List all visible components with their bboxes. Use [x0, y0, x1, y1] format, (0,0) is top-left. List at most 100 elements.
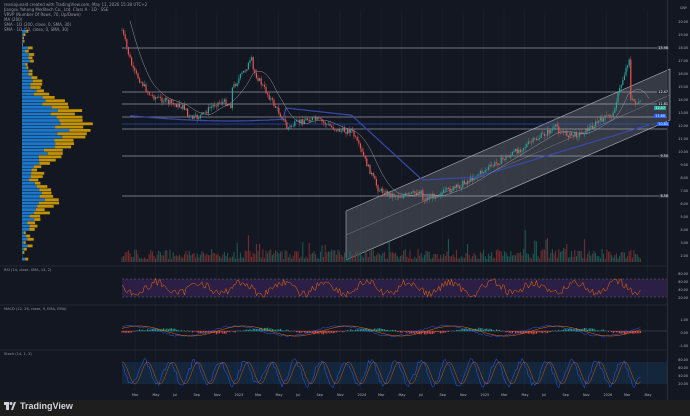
volume-bar — [342, 256, 344, 262]
price-axis[interactable]: CNY 20.00 19.00 18.00 17.00 16.00 15.00 14.00 1… — [667, 0, 690, 400]
candle-body — [300, 119, 302, 123]
volume-bar — [343, 252, 345, 262]
candle-body — [527, 141, 529, 145]
time-tick: Jul — [296, 393, 301, 397]
chart-area[interactable]: rexsiajunaid created with TradingView.co… — [0, 0, 690, 400]
vrvp-bar-down — [22, 158, 40, 162]
candle-body — [457, 184, 459, 187]
volume-bar — [639, 258, 641, 262]
volume-bar — [611, 255, 613, 262]
vrvp-bar-up — [55, 125, 84, 129]
vrvp-bar-up — [28, 53, 35, 56]
rsi-label[interactable]: RSI (14, close, SMA, 14, 2) — [4, 268, 51, 272]
candle-body — [393, 193, 395, 197]
volume-bar — [497, 249, 499, 262]
macd-hist-bar — [299, 331, 301, 333]
candle-body — [305, 118, 307, 121]
volume-bar — [345, 257, 347, 262]
volume-bar — [529, 257, 531, 262]
macd-hist-bar — [247, 330, 249, 332]
macd-hist-bar — [180, 330, 182, 332]
volume-bar — [441, 258, 443, 262]
macd-hist-bar — [583, 328, 585, 332]
volume-bar — [604, 258, 606, 262]
macd-hist-bar — [399, 331, 401, 333]
volume-bar — [212, 253, 214, 262]
candle-body — [449, 188, 451, 193]
time-tick: May — [398, 393, 406, 397]
volume-bar — [241, 257, 243, 262]
vrvp-bar-up — [27, 244, 33, 248]
candle-body — [147, 91, 149, 93]
volume-bar — [182, 257, 184, 262]
candle-body — [558, 126, 560, 134]
macd-hist-bar — [395, 330, 397, 332]
volume-bar — [371, 249, 373, 262]
volume-bar — [196, 253, 198, 262]
candle-body — [339, 128, 341, 132]
macd-hist-bar — [543, 331, 545, 333]
candle-body — [596, 121, 598, 123]
candle-body — [465, 183, 467, 185]
candle-body — [491, 164, 493, 166]
macd-hist-bar — [233, 331, 235, 333]
volume-bar — [355, 252, 357, 262]
macd-hist-bar — [175, 329, 177, 332]
candle-body — [278, 107, 280, 114]
macd-hist-bar — [382, 328, 384, 332]
candle-body — [388, 192, 390, 196]
candle-body — [478, 174, 480, 176]
candle-body — [235, 84, 237, 86]
vrvp-bar-up — [58, 109, 83, 112]
candle-body — [487, 166, 489, 170]
macd-hist-bar — [150, 329, 152, 332]
vrvp-bar-down — [22, 168, 32, 172]
sma2-line[interactable]: SMA · 1D (50, close, 0, SMA, 30) — [4, 27, 147, 32]
chart-canvas[interactable] — [0, 0, 690, 400]
candle-body — [401, 197, 403, 198]
volume-bar — [460, 256, 462, 262]
volume-bar — [323, 256, 325, 262]
macd-hist-bar — [398, 331, 400, 332]
candle-body — [473, 177, 475, 181]
vrvp-bar-up — [23, 247, 27, 251]
candle-body — [543, 133, 545, 136]
volume-bar — [446, 251, 448, 262]
macd-hist-bar — [134, 331, 136, 332]
candle-body — [142, 82, 144, 87]
volume-bar — [403, 250, 405, 262]
volume-bar — [335, 254, 337, 262]
candle-body — [603, 118, 605, 122]
candle-body — [238, 78, 240, 84]
vrvp-bar-up — [50, 112, 75, 116]
candle-body — [505, 156, 507, 161]
level-label: 15.98 — [657, 46, 669, 50]
volume-bar — [577, 251, 579, 262]
candle-body — [497, 163, 499, 165]
vrvp-bar-down — [22, 175, 31, 178]
macd-hist-bar — [617, 331, 619, 333]
candle-body — [185, 108, 187, 110]
vrvp-bar-up — [55, 142, 75, 145]
volume-bar — [363, 257, 365, 262]
vrvp-bar-up — [25, 49, 29, 53]
volume-bar — [185, 250, 187, 262]
candle-body — [252, 57, 254, 70]
volume-bar — [375, 255, 377, 262]
macd-hist-bar — [324, 331, 326, 334]
volume-bar — [331, 249, 333, 262]
volume-bar — [545, 239, 547, 262]
candle-body — [462, 181, 464, 188]
candle-body — [459, 186, 461, 189]
macd-hist-bar — [593, 328, 595, 332]
volume-bar — [409, 250, 411, 262]
macd-label[interactable]: MACD (12, 26, close, 9, EMA, EMA) — [4, 307, 67, 311]
candle-body — [187, 108, 189, 117]
candle-body — [332, 127, 334, 130]
candle-body — [356, 136, 358, 141]
candle-body — [225, 99, 227, 106]
candle-body — [601, 117, 603, 122]
candle-body — [259, 78, 261, 81]
time-tick: Sep — [562, 393, 569, 397]
stoch-label[interactable]: Stoch (14, 1, 3) — [4, 352, 32, 356]
